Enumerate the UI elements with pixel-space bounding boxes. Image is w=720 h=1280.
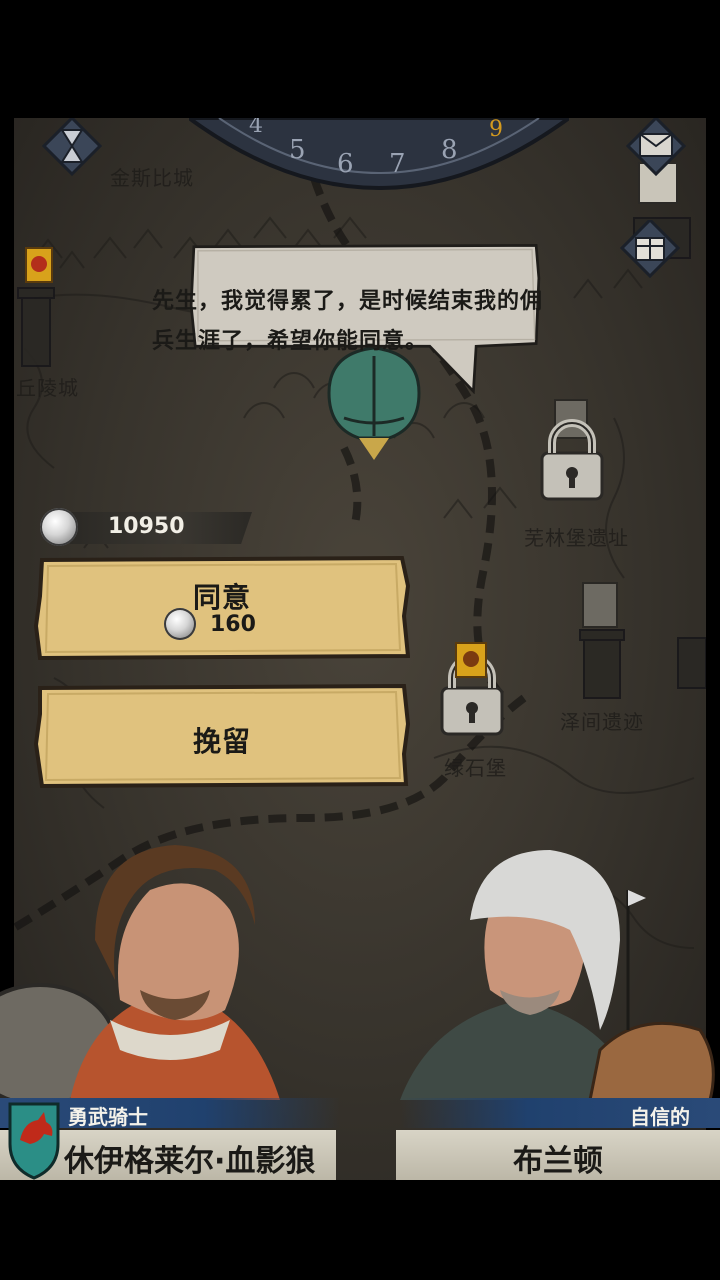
day-dial[interactable]: 4 5 6 7 8 9: [189, 118, 569, 193]
left-character-portrait: [0, 845, 280, 1100]
location-label-kingsby[interactable]: 金斯比城: [110, 162, 194, 191]
hourglass-icon: [42, 118, 102, 177]
silver-balance: 10950: [40, 508, 252, 548]
right-character-name: 布兰顿: [513, 1144, 603, 1179]
dial-number: 6: [337, 149, 354, 179]
dialogue-line: 兵生涯了，希望你能同意。: [152, 329, 429, 354]
location-label-wulin-ruins[interactable]: 芜林堡遗址: [524, 522, 629, 551]
envelope-icon: [626, 118, 686, 177]
mail-button[interactable]: [626, 118, 686, 178]
right-character-trait: 自信的: [630, 1105, 690, 1129]
dial-number-current: 9: [489, 118, 503, 142]
retain-button[interactable]: 挽留: [34, 684, 410, 788]
right-character-portrait: [400, 850, 715, 1100]
agree-cost-value: 160: [210, 612, 256, 637]
silver-coin-icon: [40, 508, 78, 546]
game-screen: 金斯比城 丘陵城 芜林堡遗址 泽间遗迹 绿石堡 4 5 6 7 8 9 先生，我…: [0, 0, 720, 1280]
location-label-marsh-ruins[interactable]: 泽间遗迹: [560, 706, 644, 735]
character-portraits: [0, 845, 715, 1100]
fortress-button[interactable]: [620, 220, 680, 280]
castle-icon: [620, 220, 680, 279]
silver-amount: 10950: [108, 514, 185, 539]
hourglass-button[interactable]: [42, 118, 102, 178]
dialogue-text: 先生，我觉得累了，是时候结束我的佣 兵生涯了，希望你能同意。: [152, 282, 592, 362]
dialogue-line: 先生，我觉得累了，是时候结束我的佣: [152, 289, 544, 314]
dial-number: 5: [289, 135, 306, 165]
dial-number: 8: [441, 135, 458, 165]
wolf-crest-icon: [8, 1102, 60, 1180]
location-label-hill-city[interactable]: 丘陵城: [16, 372, 79, 401]
left-character-title: 勇武骑士: [68, 1105, 148, 1129]
dial-number: 4: [249, 118, 263, 138]
location-label-greenstone-fort[interactable]: 绿石堡: [444, 752, 507, 781]
dial-number: 7: [389, 149, 406, 179]
agree-cost: 160: [34, 608, 410, 644]
retain-label: 挽留: [192, 725, 251, 758]
left-character-name: 休伊格莱尔·血影狼: [64, 1144, 316, 1179]
agree-button[interactable]: 同意 160: [34, 556, 410, 660]
silver-coin-icon: [164, 608, 196, 640]
